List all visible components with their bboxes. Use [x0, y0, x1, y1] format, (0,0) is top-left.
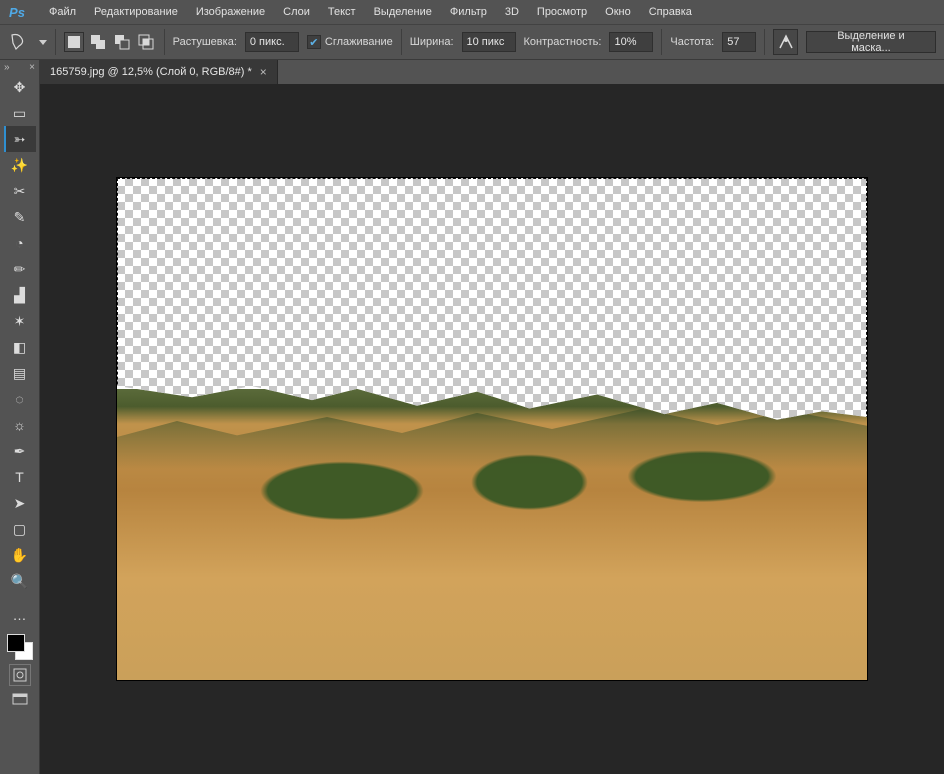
color-swatches[interactable]: [7, 634, 33, 660]
selection-new-icon[interactable]: [64, 32, 84, 52]
width-input[interactable]: [462, 32, 516, 52]
stylus-pressure-icon[interactable]: [773, 29, 798, 55]
antialias-checkbox[interactable]: ✔ Сглаживание: [307, 35, 393, 49]
tools-panel-header: » ×: [0, 60, 39, 74]
gradient-tool[interactable]: ▤: [4, 360, 36, 386]
selection-subtract-icon[interactable]: [112, 32, 132, 52]
ellipsis-icon[interactable]: …: [4, 602, 36, 628]
menu-изображение[interactable]: Изображение: [187, 3, 274, 21]
separator: [764, 29, 765, 55]
zoom-tool[interactable]: 🔍: [4, 568, 36, 594]
menu-просмотр[interactable]: Просмотр: [528, 3, 596, 21]
selection-add-icon[interactable]: [88, 32, 108, 52]
spot-healing-brush-tool[interactable]: ◔: [4, 230, 36, 256]
canvas-viewport[interactable]: [40, 84, 944, 774]
feather-label: Растушевка:: [173, 36, 237, 48]
select-and-mask-button[interactable]: Выделение и маска...: [806, 31, 936, 53]
separator: [55, 29, 56, 55]
canvas[interactable]: [117, 178, 867, 680]
menu-items: ФайлРедактированиеИзображениеСлоиТекстВы…: [40, 3, 701, 21]
magic-wand-tool[interactable]: ✨: [4, 152, 36, 178]
frequency-input[interactable]: [722, 32, 756, 52]
photoshop-logo-icon: Ps: [6, 3, 28, 21]
screenmode-icon[interactable]: [4, 686, 36, 712]
tools-panel: » × ✥▭➳✨✂✎◔✏▟✶◧▤◌☼✒T➤▢✋🔍 …: [0, 60, 40, 774]
close-tab-icon[interactable]: ×: [260, 65, 267, 79]
menu-файл[interactable]: Файл: [40, 3, 85, 21]
menu-bar: Ps ФайлРедактированиеИзображениеСлоиТекс…: [0, 0, 944, 24]
quick-mask-icon[interactable]: [9, 664, 31, 686]
clone-stamp-tool[interactable]: ▟: [4, 282, 36, 308]
hand-tool[interactable]: ✋: [4, 542, 36, 568]
antialias-label: Сглаживание: [325, 36, 393, 48]
tool-preset-dropdown-icon[interactable]: [39, 40, 47, 45]
separator: [401, 29, 402, 55]
tool-list: ✥▭➳✨✂✎◔✏▟✶◧▤◌☼✒T➤▢✋🔍: [0, 74, 39, 594]
brush-tool[interactable]: ✏: [4, 256, 36, 282]
workspace: » × ✥▭➳✨✂✎◔✏▟✶◧▤◌☼✒T➤▢✋🔍 … 165759.jpg @ …: [0, 60, 944, 774]
options-bar: Растушевка: ✔ Сглаживание Ширина: Контра…: [0, 24, 944, 60]
document-tabstrip: 165759.jpg @ 12,5% (Слой 0, RGB/8#) * ×: [40, 60, 944, 84]
selection-mode-group: [64, 32, 156, 52]
menu-редактирование[interactable]: Редактирование: [85, 3, 187, 21]
document-area: 165759.jpg @ 12,5% (Слой 0, RGB/8#) * ×: [40, 60, 944, 774]
separator: [164, 29, 165, 55]
menu-выделение[interactable]: Выделение: [365, 3, 441, 21]
magnetic-lasso-tool[interactable]: ➳: [4, 126, 36, 152]
blur-tool[interactable]: ◌: [4, 386, 36, 412]
path-selection-tool[interactable]: ➤: [4, 490, 36, 516]
eraser-tool[interactable]: ◧: [4, 334, 36, 360]
current-tool-icon[interactable]: [8, 30, 31, 54]
eyedropper-tool[interactable]: ✎: [4, 204, 36, 230]
foreground-color-swatch[interactable]: [7, 634, 25, 652]
menu-3d[interactable]: 3D: [496, 3, 528, 21]
frequency-label: Частота:: [670, 36, 714, 48]
width-label: Ширина:: [410, 36, 454, 48]
document-tab[interactable]: 165759.jpg @ 12,5% (Слой 0, RGB/8#) * ×: [40, 60, 278, 84]
separator: [661, 29, 662, 55]
menu-слои[interactable]: Слои: [274, 3, 319, 21]
contrast-label: Контрастность:: [524, 36, 602, 48]
move-tool[interactable]: ✥: [4, 74, 36, 100]
rectangular-marquee-tool[interactable]: ▭: [4, 100, 36, 126]
type-tool[interactable]: T: [4, 464, 36, 490]
close-icon[interactable]: ×: [29, 62, 35, 73]
contrast-input[interactable]: [609, 32, 653, 52]
crop-tool[interactable]: ✂: [4, 178, 36, 204]
checkbox-icon: ✔: [307, 35, 321, 49]
selection-intersect-icon[interactable]: [136, 32, 156, 52]
history-brush-tool[interactable]: ✶: [4, 308, 36, 334]
menu-справка[interactable]: Справка: [640, 3, 701, 21]
collapse-icon[interactable]: »: [4, 62, 10, 73]
document-tab-title: 165759.jpg @ 12,5% (Слой 0, RGB/8#) *: [50, 66, 252, 78]
pen-tool[interactable]: ✒: [4, 438, 36, 464]
feather-input[interactable]: [245, 32, 299, 52]
dodge-tool[interactable]: ☼: [4, 412, 36, 438]
menu-окно[interactable]: Окно: [596, 3, 640, 21]
menu-фильтр[interactable]: Фильтр: [441, 3, 496, 21]
menu-текст[interactable]: Текст: [319, 3, 365, 21]
rectangle-tool[interactable]: ▢: [4, 516, 36, 542]
